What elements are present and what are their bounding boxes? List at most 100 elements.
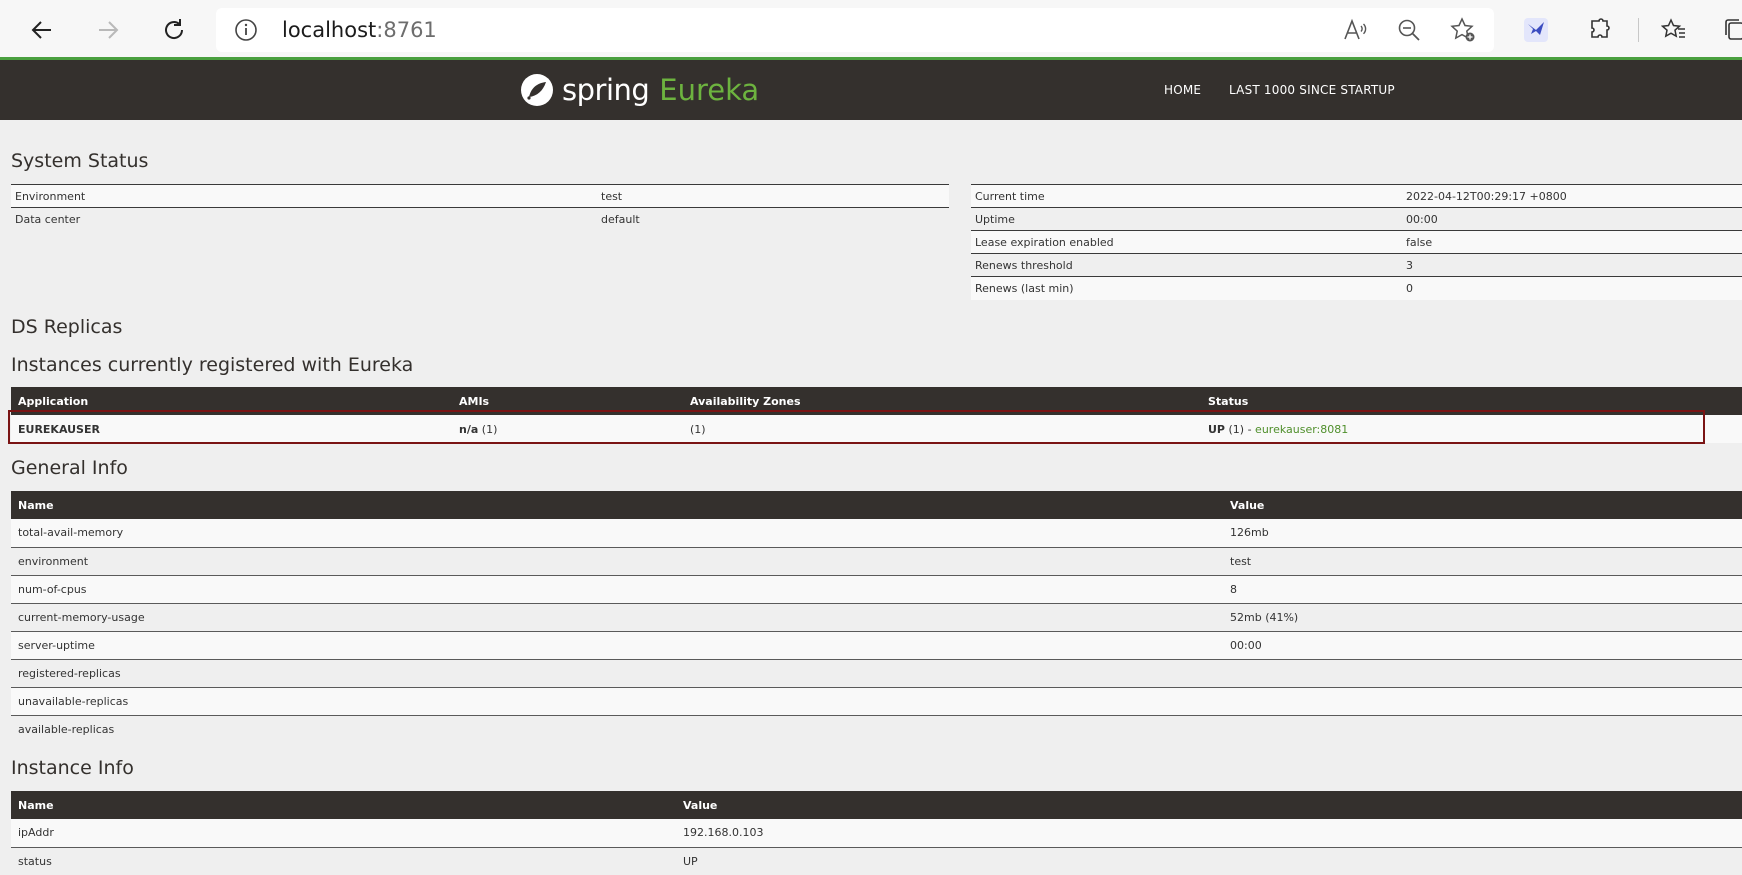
table-header-row: Name Value [11, 791, 1742, 819]
table-row: environment test [11, 547, 1742, 575]
info-name: total-avail-memory [18, 526, 124, 540]
ds-replicas-title: DS Replicas [11, 316, 123, 338]
status-label: Data center [15, 212, 81, 226]
extension-bird-icon[interactable] [1518, 12, 1554, 48]
info-value [1223, 715, 1742, 743]
table-row: EUREKAUSER n/a (1) (1) UP (1) - eurekaus… [11, 415, 1742, 443]
info-icon[interactable] [234, 18, 258, 42]
info-name: environment [18, 554, 89, 568]
status-label: Lease expiration enabled [975, 235, 1114, 249]
instance-info-title: Instance Info [11, 757, 134, 779]
column-header-status: Status [1208, 394, 1249, 408]
table-row: Renews (last min) 0 [971, 276, 1742, 300]
info-name: unavailable-replicas [18, 694, 129, 708]
status-value: 3 [1406, 258, 1413, 272]
nav-last-1000-link[interactable]: LAST 1000 SINCE STARTUP [1229, 83, 1395, 97]
table-row: current-memory-usage 52mb (41%) [11, 603, 1742, 631]
info-value: UP [683, 854, 698, 868]
instances-table: Application AMIs Availability Zones Stat… [11, 387, 1742, 443]
status-value: 0 [1406, 281, 1413, 295]
info-name: server-uptime [18, 638, 95, 652]
brand-spring-text: spring [562, 73, 650, 107]
info-value: test [1230, 554, 1252, 568]
back-arrow-icon[interactable] [24, 12, 60, 48]
collections-icon[interactable] [1718, 12, 1742, 48]
info-name: num-of-cpus [18, 582, 87, 596]
status-label: Current time [975, 189, 1045, 203]
info-value [1223, 659, 1742, 687]
spring-leaf-icon [521, 74, 553, 106]
table-row: total-avail-memory 126mb [11, 519, 1742, 547]
table-row: server-uptime 00:00 [11, 631, 1742, 659]
address-bar[interactable]: localhost:8761 [216, 8, 1494, 52]
url-host: localhost [282, 18, 377, 42]
status-cell: UP (1) - eurekauser:8081 [1208, 422, 1349, 436]
add-favorite-icon[interactable] [1450, 17, 1476, 43]
instances-title: Instances currently registered with Eure… [11, 354, 414, 376]
info-name: current-memory-usage [18, 610, 145, 624]
general-info-title: General Info [11, 457, 128, 479]
table-row: Uptime 00:00 [971, 207, 1742, 231]
table-row: status UP [11, 847, 1742, 875]
info-value: 126mb [1230, 526, 1269, 540]
table-row: Environment test [11, 184, 949, 208]
brand-eureka-text: Eureka [659, 73, 760, 107]
system-status-left-table: Environment test Data center default [11, 184, 949, 231]
info-value: 52mb (41%) [1230, 610, 1299, 624]
table-header-row: Name Value [11, 491, 1742, 519]
table-row: ipAddr 192.168.0.103 [11, 819, 1742, 847]
info-name: registered-replicas [18, 666, 121, 680]
spring-eureka-logo[interactable]: spring Eureka [520, 70, 759, 110]
table-row: available-replicas [11, 715, 1742, 743]
zoom-out-icon[interactable] [1396, 17, 1422, 43]
url-text[interactable]: localhost:8761 [282, 16, 437, 44]
table-row: Data center default [11, 207, 949, 231]
status-label: Environment [15, 189, 86, 203]
table-row: Current time 2022-04-12T00:29:17 +0800 [971, 184, 1742, 208]
refresh-icon[interactable] [156, 12, 192, 48]
column-header-zones: Availability Zones [690, 394, 801, 408]
status-value: test [601, 189, 623, 203]
extensions-puzzle-icon[interactable] [1582, 12, 1618, 48]
info-value: 8 [1230, 582, 1237, 596]
info-value [1223, 687, 1742, 715]
nav-home-link[interactable]: HOME [1164, 83, 1201, 97]
zones-cell: (1) [690, 422, 706, 436]
column-header-name: Name [18, 798, 54, 812]
forward-arrow-icon[interactable] [90, 12, 126, 48]
status-label: Renews threshold [975, 258, 1073, 272]
status-value: default [601, 212, 640, 226]
table-row: num-of-cpus 8 [11, 575, 1742, 603]
url-port: :8761 [376, 18, 437, 42]
table-row: Renews threshold 3 [971, 253, 1742, 277]
status-value: false [1406, 235, 1433, 249]
table-row: unavailable-replicas [11, 687, 1742, 715]
column-header-amis: AMIs [459, 394, 490, 408]
info-value: 192.168.0.103 [683, 826, 764, 840]
browser-toolbar: localhost:8761 [0, 0, 1742, 60]
table-row: registered-replicas [11, 659, 1742, 687]
instance-link[interactable]: eurekauser:8081 [1255, 423, 1348, 436]
column-header-application: Application [18, 394, 89, 408]
table-row: Lease expiration enabled false [971, 230, 1742, 254]
info-name: available-replicas [18, 722, 115, 736]
column-header-name: Name [18, 498, 54, 512]
instance-info-table: Name Value ipAddr 192.168.0.103 status UP [11, 791, 1742, 875]
system-status-right-table: Current time 2022-04-12T00:29:17 +0800 U… [971, 184, 1742, 300]
favorites-icon[interactable] [1656, 12, 1692, 48]
column-header-value: Value [1230, 498, 1265, 512]
toolbar-divider [1638, 18, 1639, 42]
status-label: Uptime [975, 212, 1015, 226]
status-value: 00:00 [1406, 212, 1438, 226]
info-value: 00:00 [1230, 638, 1262, 652]
info-name: status [18, 854, 52, 868]
system-status-title: System Status [11, 150, 149, 172]
status-label: Renews (last min) [975, 281, 1074, 295]
info-name: ipAddr [18, 826, 54, 840]
amis-cell: n/a (1) [459, 422, 498, 436]
table-header-row: Application AMIs Availability Zones Stat… [11, 387, 1742, 415]
eureka-navbar: spring Eureka HOME LAST 1000 SINCE START… [0, 60, 1742, 120]
status-value: 2022-04-12T00:29:17 +0800 [1406, 189, 1567, 203]
column-header-value: Value [683, 798, 718, 812]
read-aloud-icon[interactable] [1342, 17, 1368, 43]
